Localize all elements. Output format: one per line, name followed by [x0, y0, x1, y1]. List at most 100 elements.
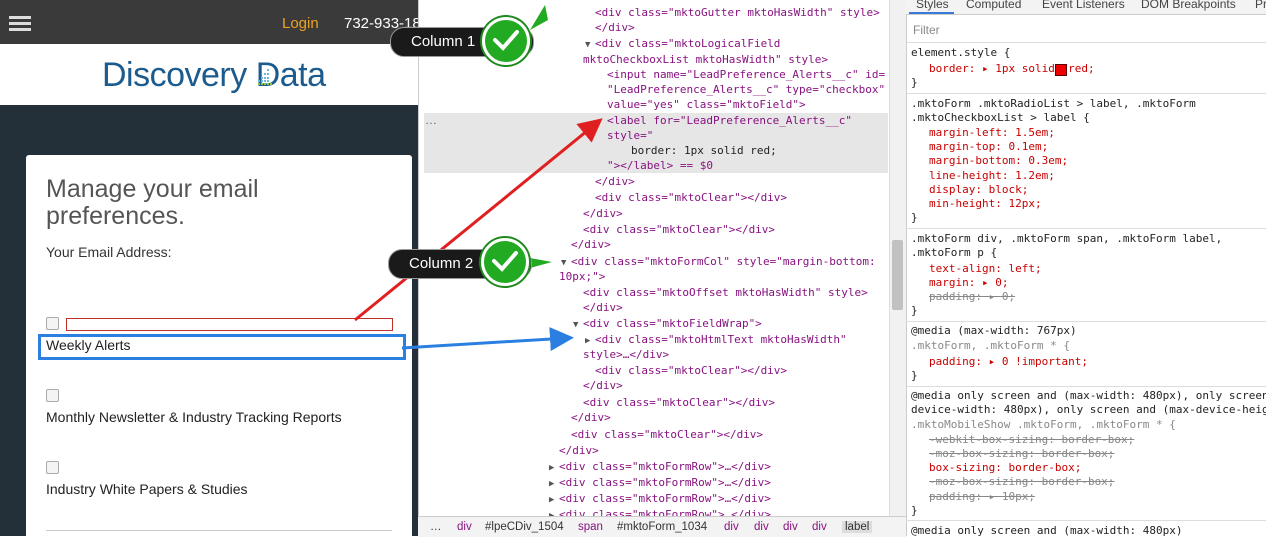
- dom-line[interactable]: "LeadPreference_Alerts__c" type="checkbo…: [607, 82, 885, 98]
- dom-line[interactable]: <div class="mktoClear"></div>: [571, 427, 763, 443]
- dom-line[interactable]: style>…</div>: [583, 347, 669, 363]
- css-selector: .mktoMobileShow .mktoForm, .mktoForm * {: [911, 418, 1176, 431]
- breadcrumb-item[interactable]: div: [812, 521, 827, 533]
- card-divider: [46, 530, 392, 531]
- css-declaration[interactable]: min-height: 12px;: [929, 197, 1042, 211]
- elements-scroll-thumb[interactable]: [892, 240, 903, 310]
- login-link[interactable]: Login: [282, 15, 319, 32]
- column-2-label: Column 2: [409, 255, 474, 272]
- css-declaration[interactable]: margin-top: 0.1em;: [929, 140, 1048, 154]
- dom-line[interactable]: value="yes" class="mktoField">: [607, 97, 806, 113]
- styles-tabs: Styles Computed Event Listeners DOM Brea…: [906, 0, 1266, 15]
- dom-line[interactable]: mktoCheckboxList mktoHasWidth" style>: [583, 52, 828, 68]
- css-declaration[interactable]: margin-bottom: 0.3em;: [929, 154, 1068, 168]
- css-declaration-overridden[interactable]: -webkit-box-sizing: border-box;: [929, 433, 1134, 447]
- dom-line[interactable]: <div class="mktoHtmlText mktoHasWidth": [595, 332, 847, 348]
- dom-line[interactable]: <div class="mktoFormCol" style="margin-b…: [571, 254, 876, 270]
- dom-line[interactable]: <div class="mktoLogicalField: [595, 36, 780, 52]
- dom-line[interactable]: <div class="mktoFormRow">…</div>: [559, 491, 771, 507]
- expand-triangle-icon[interactable]: ▶: [549, 477, 554, 493]
- dom-line[interactable]: style=": [607, 128, 653, 144]
- dom-line[interactable]: <div class="mktoFormRow">…</div>: [559, 475, 771, 491]
- dom-line[interactable]: 10px;">: [559, 269, 605, 285]
- css-media-query: device-width: 480px), only screen and (m…: [911, 403, 1266, 416]
- breadcrumb-item[interactable]: div: [724, 521, 739, 533]
- breadcrumb-item-active[interactable]: label: [842, 521, 873, 533]
- expand-triangle-icon[interactable]: ▶: [549, 461, 554, 477]
- expand-triangle-icon[interactable]: ▶: [549, 493, 554, 509]
- css-selector: .mktoForm .mktoRadioList > label, .mktoF…: [911, 97, 1196, 110]
- dom-line[interactable]: <div class="mktoFieldWrap">: [583, 316, 762, 332]
- dom-line[interactable]: <div class="mktoOffset mktoHasWidth" sty…: [583, 285, 868, 301]
- email-label: Your Email Address:: [46, 244, 172, 260]
- page-title: Manage your email preferences.: [46, 175, 259, 230]
- weekly-alerts-checkbox[interactable]: [46, 317, 59, 330]
- dom-line[interactable]: </div>: [583, 300, 623, 316]
- filter-divider: [906, 42, 1266, 43]
- dom-line[interactable]: <div class="mktoClear"></div>: [583, 395, 775, 411]
- dom-line[interactable]: "></label> == $0: [607, 158, 713, 174]
- css-rule-line: element.style {: [911, 46, 1011, 59]
- css-declaration[interactable]: border: ▸ 1px solid red;: [929, 62, 1095, 76]
- styles-filter-input[interactable]: Filter: [913, 23, 940, 37]
- logo-dots-icon: [258, 69, 272, 85]
- red-bordered-label: [66, 318, 393, 331]
- css-declaration-overridden[interactable]: padding: ▸ 10px;: [929, 490, 1035, 504]
- css-rule-line: }: [911, 304, 918, 317]
- breadcrumb-item[interactable]: span: [578, 521, 603, 533]
- dom-line[interactable]: </div>: [583, 378, 623, 394]
- css-rule-line: }: [911, 369, 918, 382]
- dom-line[interactable]: </div>: [571, 410, 611, 426]
- node-actions-ellipsis[interactable]: …: [425, 113, 437, 127]
- weekly-alerts-highlight: [38, 334, 406, 360]
- breadcrumb-item[interactable]: div: [783, 521, 798, 533]
- tab-event-listeners[interactable]: Event Listeners: [1042, 0, 1125, 11]
- css-rule-line: }: [911, 504, 918, 517]
- newsletter-checkbox[interactable]: [46, 389, 59, 402]
- css-declaration-overridden[interactable]: padding: ▸ 0;: [929, 290, 1015, 304]
- dom-line[interactable]: </div>: [583, 206, 623, 222]
- css-declaration[interactable]: text-align: left;: [929, 262, 1042, 276]
- dom-line[interactable]: </div>: [595, 174, 635, 190]
- css-declaration[interactable]: display: block;: [929, 183, 1028, 197]
- tab-properties[interactable]: Pr: [1255, 0, 1266, 11]
- breadcrumb-item[interactable]: div: [457, 521, 472, 533]
- dom-line[interactable]: <div class="mktoClear"></div>: [583, 222, 775, 238]
- css-media-query: @media (max-width: 767px): [911, 324, 1077, 337]
- css-declaration[interactable]: margin: ▸ 0;: [929, 276, 1008, 290]
- checkmark-icon: [482, 17, 530, 65]
- column-1-label: Column 1: [411, 33, 476, 50]
- css-selector: .mktoForm, .mktoForm * {: [911, 339, 1070, 352]
- css-selector: .mktoForm p {: [911, 246, 998, 259]
- dom-line[interactable]: <div class="mktoFormRow">…</div>: [559, 459, 771, 475]
- tab-dom-breakpoints[interactable]: DOM Breakpoints: [1141, 0, 1236, 11]
- css-declaration[interactable]: box-sizing: border-box;: [929, 461, 1081, 475]
- css-declaration[interactable]: margin-left: 1.5em;: [929, 126, 1055, 140]
- dom-line[interactable]: </div>: [559, 443, 599, 459]
- breadcrumb-item[interactable]: …: [430, 521, 442, 533]
- tab-computed[interactable]: Computed: [966, 0, 1021, 11]
- newsletter-label[interactable]: Monthly Newsletter & Industry Tracking R…: [46, 409, 342, 425]
- css-declaration-overridden[interactable]: -moz-box-sizing: border-box;: [929, 475, 1114, 489]
- css-declaration-overridden[interactable]: -moz-box-sizing: border-box;: [929, 447, 1114, 461]
- color-swatch-icon[interactable]: [1055, 64, 1067, 76]
- white-papers-label[interactable]: Industry White Papers & Studies: [46, 481, 248, 497]
- dom-line[interactable]: <div class="mktoClear"></div>: [595, 190, 787, 206]
- breadcrumb-item[interactable]: div: [754, 521, 769, 533]
- dom-line[interactable]: <input name="LeadPreference_Alerts__c" i…: [607, 67, 885, 83]
- css-rule-line: }: [911, 211, 918, 224]
- site-logo[interactable]: Discovery Data: [102, 56, 326, 95]
- dom-line-selected[interactable]: <label for="LeadPreference_Alerts__c": [607, 113, 852, 129]
- breadcrumb-item[interactable]: #mktoForm_1034: [617, 521, 707, 533]
- collapse-triangle-icon[interactable]: ▼: [573, 318, 578, 334]
- css-declaration[interactable]: line-height: 1.2em;: [929, 169, 1055, 183]
- tab-styles[interactable]: Styles: [916, 0, 949, 11]
- breadcrumb-item[interactable]: #lpeCDiv_1504: [485, 521, 564, 533]
- dom-line[interactable]: <div class="mktoGutter mktoHasWidth" sty…: [595, 5, 880, 21]
- dom-line[interactable]: </div>: [571, 237, 611, 253]
- dom-line[interactable]: <div class="mktoClear"></div>: [595, 363, 787, 379]
- dom-line[interactable]: border: 1px solid red;: [631, 143, 777, 159]
- dom-line[interactable]: </div>: [595, 20, 635, 36]
- white-papers-checkbox[interactable]: [46, 461, 59, 474]
- css-declaration[interactable]: padding: ▸ 0 !important;: [929, 355, 1088, 369]
